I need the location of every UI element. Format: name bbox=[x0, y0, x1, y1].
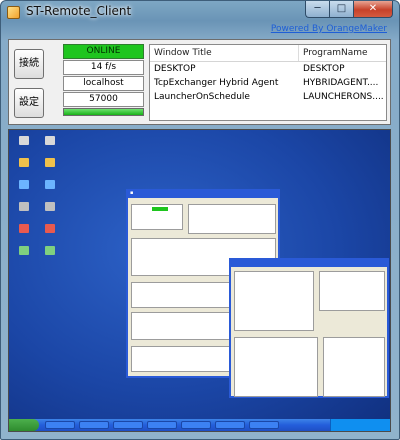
app-icon[interactable] bbox=[39, 246, 61, 255]
status-column: ONLINE 14 f/s localhost 57000 bbox=[63, 44, 144, 116]
remote-online-indicator bbox=[152, 207, 168, 211]
folder-icon[interactable] bbox=[13, 158, 35, 167]
app-icon-glyph bbox=[45, 180, 55, 189]
settings-button[interactable]: 設定 bbox=[14, 88, 44, 118]
row-program-name: HYBRIDAGENT.... bbox=[303, 78, 379, 88]
minimize-button[interactable]: ─ bbox=[305, 1, 329, 18]
app-icon[interactable] bbox=[39, 136, 61, 145]
fps-display: 14 f/s bbox=[63, 60, 144, 75]
remote-task-item[interactable] bbox=[249, 421, 279, 429]
remote-panel bbox=[188, 204, 276, 234]
row-window-title: TcpExchanger Hybrid Agent bbox=[154, 78, 279, 88]
row-window-title: LauncherOnSchedule bbox=[154, 92, 250, 102]
remote-task-item[interactable] bbox=[113, 421, 143, 429]
app-icon-glyph bbox=[45, 158, 55, 167]
app-window: ST-Remote_Client ─ □ ✕ Powered By Orange… bbox=[0, 0, 400, 440]
row-window-title: DESKTOP bbox=[154, 64, 196, 74]
close-button[interactable]: ✕ bbox=[353, 1, 393, 18]
host-display: localhost bbox=[63, 76, 144, 91]
network-icon[interactable] bbox=[13, 180, 35, 189]
app-icon[interactable] bbox=[39, 180, 61, 189]
progress-fill bbox=[64, 109, 143, 115]
remote-panel bbox=[234, 337, 318, 397]
remote-panel bbox=[234, 271, 314, 331]
remote-window-title: ▪ bbox=[130, 190, 134, 196]
app-icon[interactable] bbox=[13, 246, 35, 255]
list-row[interactable]: LauncherOnSchedule LAUNCHERONS.... bbox=[150, 90, 386, 104]
remote-start-button[interactable] bbox=[9, 419, 39, 431]
column-header-window-title[interactable]: Window Title bbox=[150, 45, 299, 61]
folder-icon-glyph bbox=[19, 158, 29, 167]
port-display: 57000 bbox=[63, 92, 144, 107]
remote-desktop-view[interactable]: ▪ bbox=[8, 129, 391, 432]
list-row[interactable]: TcpExchanger Hybrid Agent HYBRIDAGENT...… bbox=[150, 76, 386, 90]
remote-task-item[interactable] bbox=[79, 421, 109, 429]
computer-icon-glyph bbox=[19, 136, 29, 145]
window-controls: ─ □ ✕ bbox=[305, 1, 393, 19]
remote-task-item[interactable] bbox=[45, 421, 75, 429]
powered-by-link[interactable]: Powered By OrangeMaker bbox=[271, 24, 387, 34]
title-bar[interactable]: ST-Remote_Client ─ □ ✕ bbox=[1, 1, 399, 25]
remote-panel bbox=[323, 337, 385, 397]
app-icon-glyph bbox=[45, 246, 55, 255]
remote-task-item[interactable] bbox=[147, 421, 177, 429]
remote-window-launcher[interactable] bbox=[229, 258, 389, 398]
connect-button[interactable]: 接続 bbox=[14, 49, 44, 79]
window-list[interactable]: Window Title ProgramName DESKTOP DESKTOP… bbox=[149, 44, 387, 121]
app-icon[interactable] bbox=[39, 202, 61, 211]
row-program-name: DESKTOP bbox=[303, 64, 345, 74]
app-icon[interactable] bbox=[39, 224, 61, 233]
remote-taskbar bbox=[9, 419, 390, 431]
remote-system-tray bbox=[330, 419, 390, 431]
column-header-program-name[interactable]: ProgramName bbox=[299, 45, 386, 61]
app-icon-glyph bbox=[45, 136, 55, 145]
app-icon-glyph bbox=[45, 202, 55, 211]
app-icon bbox=[7, 6, 20, 19]
app-icon-glyph bbox=[19, 246, 29, 255]
control-panel: 接続 設定 ONLINE 14 f/s localhost 57000 Wind… bbox=[8, 39, 391, 125]
network-icon-glyph bbox=[19, 180, 29, 189]
app-icon[interactable] bbox=[13, 224, 35, 233]
app-icon-glyph bbox=[19, 224, 29, 233]
maximize-button[interactable]: □ bbox=[329, 1, 353, 18]
app-icon-glyph bbox=[45, 224, 55, 233]
row-program-name: LAUNCHERONS.... bbox=[303, 92, 384, 102]
remote-panel bbox=[319, 271, 385, 311]
remote-task-item[interactable] bbox=[181, 421, 211, 429]
remote-task-item[interactable] bbox=[215, 421, 245, 429]
list-row[interactable]: DESKTOP DESKTOP bbox=[150, 62, 386, 76]
app-icon[interactable] bbox=[39, 158, 61, 167]
list-header: Window Title ProgramName bbox=[150, 45, 386, 62]
recycle-bin-icon-glyph bbox=[19, 202, 29, 211]
connection-status: ONLINE bbox=[63, 44, 144, 59]
transfer-progress-bar bbox=[63, 108, 144, 116]
window-title: ST-Remote_Client bbox=[26, 4, 132, 18]
computer-icon[interactable] bbox=[13, 136, 35, 145]
recycle-bin-icon[interactable] bbox=[13, 202, 35, 211]
